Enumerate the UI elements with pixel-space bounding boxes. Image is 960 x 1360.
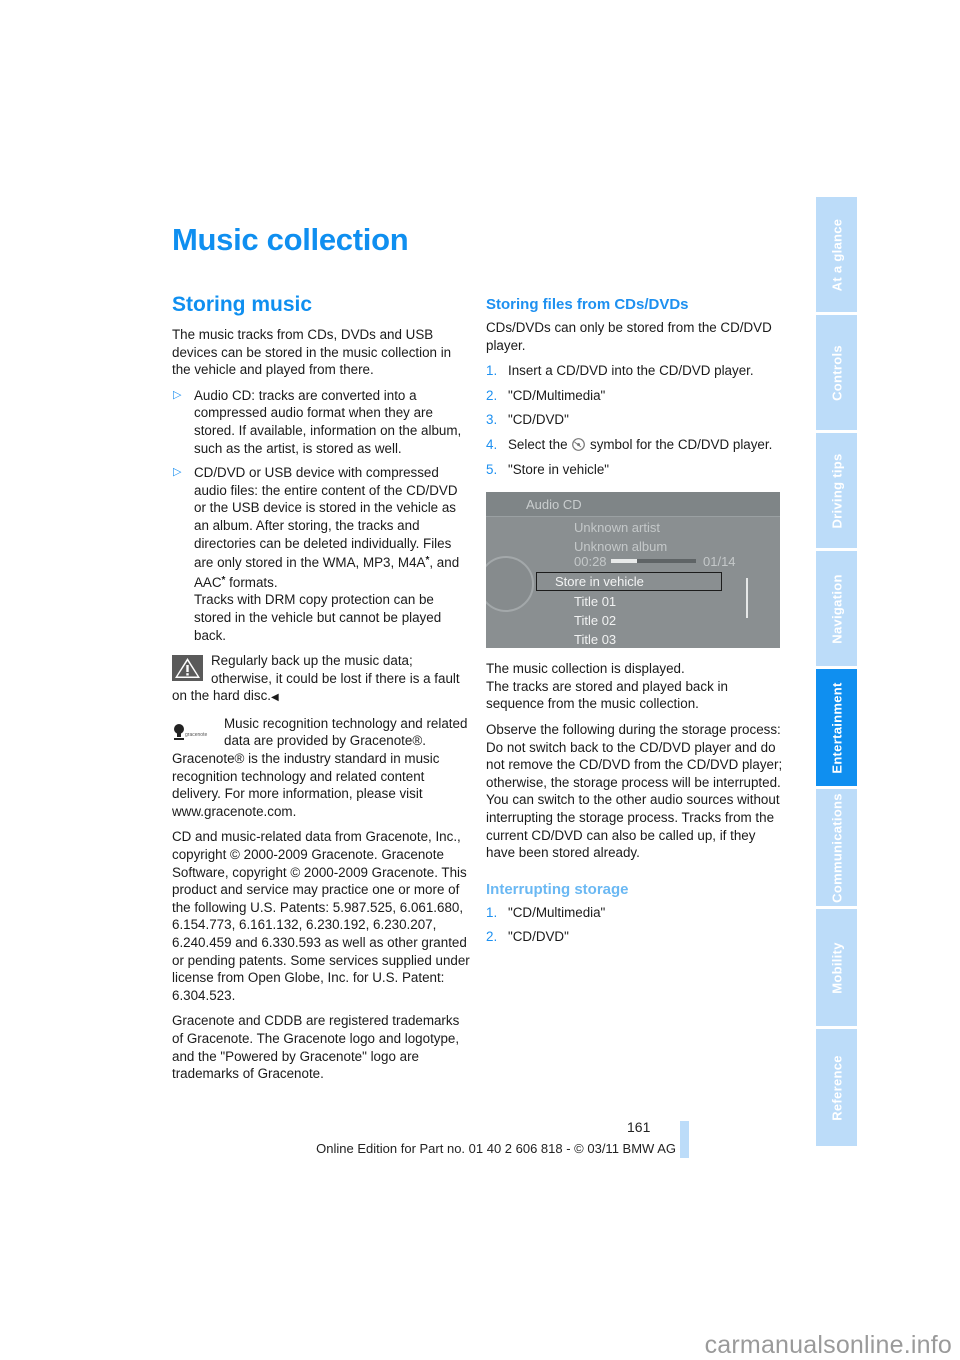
page-title: Music collection [172,222,409,257]
step-text: "CD/DVD" [508,412,569,428]
gracenote-logo-icon: gracenote [172,721,216,743]
page-marker-bar [680,1121,689,1158]
footer-edition: Online Edition for Part no. 01 40 2 606 … [316,1141,676,1156]
step-number: 4. [486,436,498,452]
track-title[interactable]: Title 02 [574,612,616,630]
bullet-audio-cd: ▷ Audio CD: tracks are converted into a … [172,387,472,457]
bullet-text: Audio CD: tracks are converted into a co… [194,387,462,456]
step-text: "CD/Multimedia" [508,904,606,920]
tab-label: Navigation [829,573,844,644]
step: 1. "CD/Multimedia" [486,904,786,922]
progress-fill [611,559,637,564]
step: 1. Insert a CD/DVD into the CD/DVD player… [486,362,786,380]
tab-label: Reference [829,1054,844,1121]
step: 2. "CD/DVD" [486,928,786,946]
tab-label: Mobility [829,941,844,994]
tab-navigation[interactable]: Navigation [816,551,857,666]
bullet-text-drm: Tracks with DRM copy protection can be s… [194,592,442,643]
step: 4. Select the symbol for the CD/DVD playe… [486,436,786,454]
step-text: symbol for the CD/DVD player. [586,436,773,452]
bullet-marker-icon: ▷ [173,388,182,401]
tab-driving-tips[interactable]: Driving tips [816,433,857,548]
trademarks-paragraph: Gracenote and CDDB are registered tradem… [172,1013,460,1082]
section-heading-storing-music: Storing music [172,293,313,316]
step: 5. "Store in vehicle" [486,461,786,479]
intro-paragraph: The music tracks from CDs, DVDs and USB … [172,327,452,378]
observe-text-2: Do not switch back to the CD/DVD player … [486,739,783,790]
artist-line: Unknown artist [574,520,660,536]
step-text: Insert a CD/DVD into the CD/DVD player. [508,363,754,379]
bullet-text: formats. [225,574,278,590]
observe-text-1: Observe the following during the storage… [486,721,781,737]
step: 2. "CD/Multimedia" [486,387,786,405]
step-text: "CD/Multimedia" [508,387,606,403]
progress-bar [611,559,696,564]
observe-text-3: You can switch to the other audio source… [486,792,780,861]
step-text: "Store in vehicle" [508,461,610,477]
interrupt-steps: 1. "CD/Multimedia" 2. "CD/DVD" [486,904,786,946]
track-counter: 01/14 [703,554,736,570]
section-heading-interrupting: Interrupting storage [486,880,629,898]
scrollbar [746,578,748,619]
section-heading-storing-files: Storing files from CDs/DVDs [486,296,689,313]
tab-label: Controls [829,344,844,401]
tab-mobility[interactable]: Mobility [816,909,857,1026]
step-number: 2. [486,929,498,945]
step-number: 5. [486,461,498,477]
bullet-compressed-files: ▷ CD/DVD or USB device with compressed a… [172,464,472,644]
gracenote-logo-text: gracenote [185,732,207,738]
step-number: 1. [486,363,498,379]
step-number: 1. [486,904,498,920]
tab-label: At a glance [829,218,844,291]
bullet-text: CD/DVD or USB device with compressed aud… [194,465,458,571]
chapter-tabs: At a glance Controls Driving tips Naviga… [816,197,857,1149]
warning-note: Regularly back up the music data; otherw… [172,652,472,707]
screen-header: Audio CD [486,492,780,518]
controller-knob-icon [486,556,534,613]
tab-label: Entertainment [829,681,844,774]
tab-communications[interactable]: Communications [816,789,857,906]
step-text: Select the [508,436,572,452]
track-title[interactable]: Title 01 [574,593,616,611]
page-number: 161 [627,1119,651,1135]
gracenote-note: gracenote Music recognition technology a… [172,715,472,821]
after-text-1: The music collection is displayed. [486,661,685,677]
store-steps: 1. Insert a CD/DVD into the CD/DVD player… [486,362,786,478]
screen-header-title: Audio CD [526,497,582,513]
menu-item-label: Store in vehicle [555,574,644,590]
gracenote-text: Music recognition technology and related… [172,715,468,819]
track-title[interactable]: Title 03 [574,631,616,648]
left-column: Storing music The music tracks from CDs,… [172,292,472,1091]
tab-label: Communications [829,792,844,903]
warning-triangle-icon [172,655,203,682]
tab-reference[interactable]: Reference [816,1029,857,1146]
warning-text: Regularly back up the music data; otherw… [172,653,460,704]
idrive-screenshot: Audio CD Unknown artist Unknown album 00… [486,492,780,649]
cd-intro: CDs/DVDs can only be stored from the CD/… [486,320,772,353]
step: 3. "CD/DVD" [486,411,786,429]
tab-entertainment[interactable]: Entertainment [816,669,857,786]
tab-at-a-glance[interactable]: At a glance [816,197,857,312]
tab-controls[interactable]: Controls [816,315,857,430]
step-number: 3. [486,412,498,428]
right-column: Storing files from CDs/DVDs CDs/DVDs can… [486,295,786,954]
copyright-paragraph: CD and music-related data from Gracenote… [172,829,470,1003]
tab-label: Driving tips [829,452,844,529]
store-in-vehicle-menu-item[interactable]: Store in vehicle [536,572,722,592]
watermark: carmanualsonline.info [704,1331,952,1359]
elapsed-time: 00:28 [574,554,607,570]
after-text-2: The tracks are stored and played back in… [486,678,728,712]
step-text: "CD/DVD" [508,929,569,945]
bullet-marker-icon: ▷ [173,466,182,479]
storage-bullets: ▷ Audio CD: tracks are converted into a … [172,387,472,644]
step-number: 2. [486,387,498,403]
cd-dvd-symbol-icon [571,438,586,451]
end-marker-icon: ◀ [271,692,279,704]
